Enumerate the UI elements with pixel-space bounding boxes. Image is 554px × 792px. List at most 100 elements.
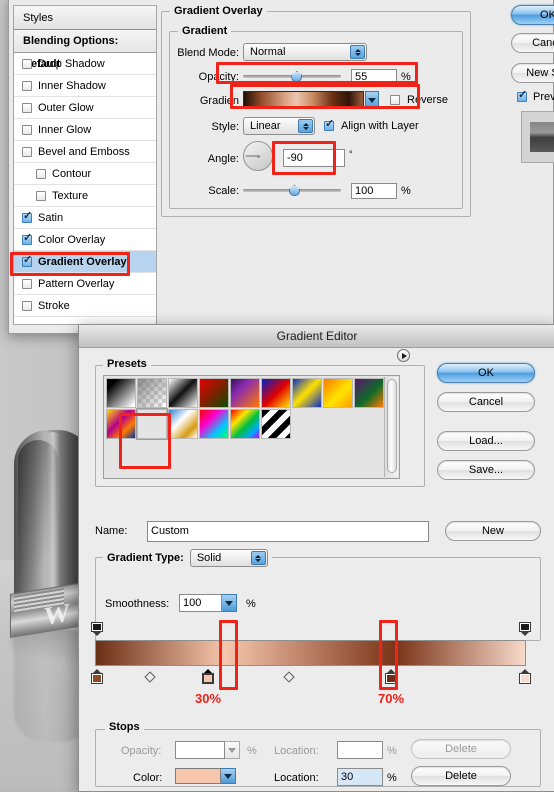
presets-scrollbar-thumb[interactable] xyxy=(387,379,397,473)
blending-options-row[interactable]: Blending Options: Default xyxy=(14,30,156,70)
gradient-dropdown-button[interactable] xyxy=(365,91,379,109)
checkbox-stroke[interactable] xyxy=(22,300,32,311)
checkbox-pattern-overlay[interactable] xyxy=(22,278,32,289)
sidebar-item-outer-glow[interactable]: Outer Glow xyxy=(14,97,156,119)
checkbox-bevel-and-emboss[interactable] xyxy=(22,146,32,157)
styles-panel-header: Styles xyxy=(14,6,156,30)
sidebar-item-satin[interactable]: Satin xyxy=(14,207,156,229)
preset-swatch-2[interactable] xyxy=(168,378,198,408)
sidebar-item-inner-glow[interactable]: Inner Glow xyxy=(14,119,156,141)
chevron-updown-icon[interactable] xyxy=(350,45,365,59)
smoothness-dropdown-button[interactable] xyxy=(222,594,237,612)
stop-color-control[interactable] xyxy=(175,768,236,784)
checkbox-drop-shadow[interactable] xyxy=(22,58,32,69)
blend-mode-select[interactable]: Normal xyxy=(243,43,367,61)
gradient-editor-cancel-button[interactable]: Cancel xyxy=(437,392,535,412)
stop-opacity-label: Opacity: xyxy=(121,745,162,757)
chevron-updown-icon[interactable] xyxy=(250,551,266,565)
scale-slider-thumb[interactable] xyxy=(289,185,300,196)
sidebar-item-color-overlay[interactable]: Color Overlay xyxy=(14,229,156,251)
checkbox-contour[interactable] xyxy=(36,168,46,179)
color-stop-marker-30[interactable] xyxy=(202,669,214,685)
checkbox-outer-glow[interactable] xyxy=(22,102,32,113)
checkbox-inner-shadow[interactable] xyxy=(22,80,32,91)
presets-scrollbar[interactable] xyxy=(384,377,398,477)
scale-input[interactable]: 100 xyxy=(351,183,397,199)
smoothness-input[interactable]: 100 xyxy=(179,594,222,612)
blend-mode-value: Normal xyxy=(250,46,286,58)
gradient-editor-save-button[interactable]: Save... xyxy=(437,460,535,480)
preset-swatch-9[interactable] xyxy=(106,409,136,439)
color-stop-marker-70[interactable] xyxy=(385,669,397,685)
checkbox-gradient-overlay[interactable] xyxy=(22,254,32,267)
delete-color-stop-button[interactable]: Delete xyxy=(411,766,511,786)
gradient-editor-titlebar[interactable]: Gradient Editor xyxy=(79,325,554,348)
sidebar-item-label: Satin xyxy=(38,211,64,224)
stop-opacity-location-input[interactable] xyxy=(337,741,383,759)
sidebar-item-inner-shadow[interactable]: Inner Shadow xyxy=(14,75,156,97)
stop-opacity-dropdown-button[interactable] xyxy=(225,741,240,759)
preset-swatch-13[interactable] xyxy=(230,409,260,439)
midpoint-marker[interactable] xyxy=(283,671,295,683)
presets-menu-icon[interactable] xyxy=(397,349,410,362)
preset-swatch-5[interactable] xyxy=(261,378,291,408)
angle-dial[interactable] xyxy=(243,141,273,171)
checkbox-inner-glow[interactable] xyxy=(22,124,32,135)
angle-input[interactable]: -90 xyxy=(283,149,345,167)
preset-swatch-6[interactable] xyxy=(292,378,322,408)
stop-opacity-control[interactable] xyxy=(175,741,240,759)
stop-opacity-input[interactable] xyxy=(175,741,225,759)
preset-swatch-10[interactable] xyxy=(136,408,168,440)
preset-swatch-12[interactable] xyxy=(199,409,229,439)
sidebar-item-pattern-overlay[interactable]: Pattern Overlay xyxy=(14,273,156,295)
gradient-editor-ok-button[interactable]: OK xyxy=(437,363,535,383)
style-select[interactable]: Linear xyxy=(243,117,315,135)
blend-mode-label: Blend Mode: xyxy=(177,47,239,59)
preset-swatch-8[interactable] xyxy=(354,378,384,408)
sidebar-item-stroke[interactable]: Stroke xyxy=(14,295,156,317)
chevron-updown-icon[interactable] xyxy=(298,119,313,133)
preset-swatch-7[interactable] xyxy=(323,378,353,408)
gradient-type-select[interactable]: Solid xyxy=(189,549,268,567)
preset-swatch-14[interactable] xyxy=(261,409,291,439)
reverse-checkbox[interactable] xyxy=(390,95,400,105)
gradient-ramp[interactable] xyxy=(95,640,526,666)
preset-swatch-11[interactable] xyxy=(168,409,198,439)
opacity-input[interactable]: 55 xyxy=(351,69,397,85)
sidebar-item-bevel-and-emboss[interactable]: Bevel and Emboss xyxy=(14,141,156,163)
scale-slider[interactable] xyxy=(243,183,341,197)
checkbox-texture[interactable] xyxy=(36,190,46,201)
sidebar-item-contour[interactable]: Contour xyxy=(14,163,156,185)
color-stop-marker-100[interactable] xyxy=(519,669,531,685)
new-preset-button[interactable]: New xyxy=(445,521,541,541)
sidebar-item-label: Contour xyxy=(52,167,92,180)
preset-swatch-4[interactable] xyxy=(230,378,260,408)
preset-swatch-1[interactable] xyxy=(137,378,167,408)
cancel-button[interactable]: Cance xyxy=(511,33,554,53)
delete-opacity-stop-button[interactable]: Delete xyxy=(411,739,511,759)
preset-swatch-0[interactable] xyxy=(106,378,136,408)
preview-checkbox[interactable] xyxy=(517,89,527,102)
sidebar-item-gradient-overlay[interactable]: Gradient Overlay xyxy=(14,251,156,273)
align-with-layer-checkbox[interactable] xyxy=(324,118,334,131)
sidebar-item-texture[interactable]: Texture xyxy=(14,185,156,207)
stop-color-location-input[interactable]: 30 xyxy=(337,768,383,786)
opacity-stop-marker[interactable] xyxy=(91,622,103,636)
opacity-stop-marker[interactable] xyxy=(519,622,531,636)
presets-swatch-well[interactable] xyxy=(103,375,400,479)
checkbox-satin[interactable] xyxy=(22,210,32,223)
midpoint-marker[interactable] xyxy=(144,671,156,683)
stop-color-swatch[interactable] xyxy=(175,768,221,784)
opacity-slider[interactable] xyxy=(243,69,341,83)
smoothness-control[interactable]: 100 xyxy=(179,594,237,612)
preset-swatch-3[interactable] xyxy=(199,378,229,408)
opacity-slider-thumb[interactable] xyxy=(291,71,303,82)
ok-button[interactable]: OK xyxy=(511,5,554,25)
new-style-button[interactable]: New Styl xyxy=(511,63,554,83)
stop-color-dropdown-button[interactable] xyxy=(221,768,236,784)
name-input[interactable]: Custom xyxy=(147,521,429,542)
gradient-preview-swatch[interactable] xyxy=(243,91,364,109)
gradient-editor-load-button[interactable]: Load... xyxy=(437,431,535,451)
checkbox-color-overlay[interactable] xyxy=(22,232,32,245)
color-stop-marker-0[interactable] xyxy=(91,669,103,685)
